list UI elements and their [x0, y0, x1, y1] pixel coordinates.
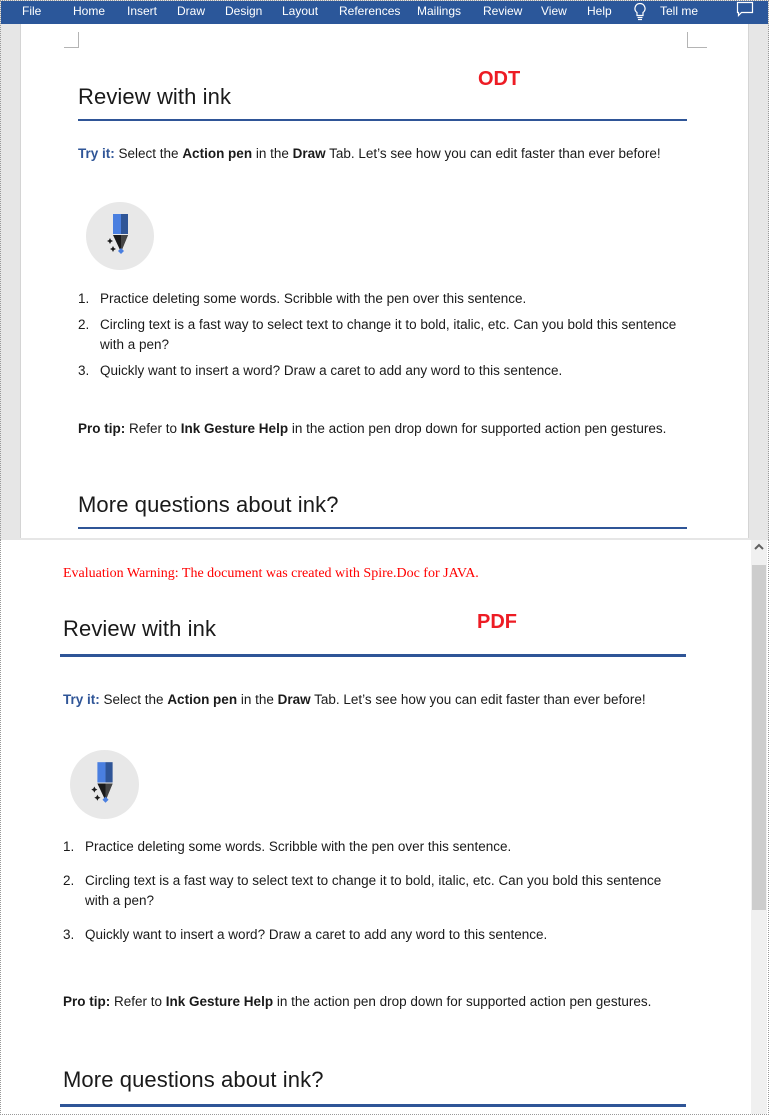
- text-run: in the: [237, 692, 278, 707]
- pdf-label: PDF: [477, 611, 517, 633]
- comment-icon[interactable]: [736, 1, 754, 19]
- pdf-document-page[interactable]: Evaluation Warning: The document was cre…: [1, 540, 751, 1114]
- margin-corner-mark-right: [687, 32, 707, 48]
- list-item: 1. Practice deleting some words. Scribble…: [78, 289, 688, 309]
- tab-review[interactable]: Review: [483, 4, 522, 18]
- list-number: 1.: [78, 291, 90, 306]
- list-item: 3. Quickly want to insert a word? Draw a …: [78, 361, 688, 381]
- list-text: Quickly want to insert a word? Draw a ca…: [100, 363, 563, 378]
- pro-tip-label: Pro tip:: [63, 994, 111, 1009]
- ribbon-tab-bar: File Home Insert Draw Design Layout Refe…: [1, 1, 768, 24]
- list-item: 2. Circling text is a fast way to select …: [78, 315, 688, 355]
- tab-home[interactable]: Home: [73, 4, 105, 18]
- tab-references[interactable]: References: [339, 4, 400, 18]
- scrollbar-thumb[interactable]: [752, 565, 766, 910]
- evaluation-warning: Evaluation Warning: The document was cre…: [63, 566, 479, 581]
- heading-rule: [78, 119, 687, 121]
- heading-rule: [60, 654, 686, 657]
- list-text: Practice deleting some words. Scribble w…: [85, 839, 512, 854]
- heading-more-questions: More questions about ink?: [78, 492, 339, 517]
- list-text: Circling text is a fast way to select te…: [100, 317, 677, 352]
- margin-corner-mark-left: [64, 32, 79, 48]
- heading-rule: [60, 1104, 686, 1107]
- try-it-paragraph: Try it: Select the Action pen in the Dra…: [63, 690, 673, 710]
- tab-help[interactable]: Help: [587, 4, 612, 18]
- odt-label: ODT: [478, 68, 521, 90]
- text-run: Tab. Let’s see how you can edit faster t…: [310, 692, 646, 707]
- action-pen-icon: [86, 202, 154, 270]
- list-number: 3.: [63, 927, 75, 942]
- list-text: Practice deleting some words. Scribble w…: [100, 291, 527, 306]
- list-text: Circling text is a fast way to select te…: [85, 873, 662, 908]
- list-number: 1.: [63, 839, 75, 854]
- vertical-scrollbar[interactable]: [751, 540, 767, 1114]
- tab-file[interactable]: File: [22, 4, 41, 18]
- heading-review-with-ink: Review with ink: [78, 84, 232, 109]
- action-pen-icon: [70, 750, 139, 819]
- bold-run: Ink Gesture Help: [165, 994, 274, 1009]
- word-window: File Home Insert Draw Design Layout Refe…: [0, 0, 769, 540]
- list-item: 2. Circling text is a fast way to select …: [63, 871, 683, 911]
- try-it-label: Try it:: [78, 146, 115, 161]
- list-item: 1. Practice deleting some words. Scribble…: [63, 837, 683, 857]
- list-item: 3. Quickly want to insert a word? Draw a …: [63, 925, 683, 945]
- bold-run: Draw: [277, 692, 311, 707]
- scroll-up-button[interactable]: [751, 540, 767, 562]
- text-run: Refer to: [110, 994, 166, 1009]
- tab-layout[interactable]: Layout: [282, 4, 318, 18]
- text-run: Select the: [114, 146, 183, 161]
- text-run: in the action pen drop down for supporte…: [288, 421, 667, 436]
- pro-tip-paragraph: Pro tip: Refer to Ink Gesture Help in th…: [63, 992, 673, 1012]
- list-number: 2.: [78, 317, 90, 332]
- list-number: 2.: [63, 873, 75, 888]
- pro-tip-paragraph: Pro tip: Refer to Ink Gesture Help in th…: [78, 419, 678, 439]
- heading-rule: [78, 527, 687, 529]
- steps-list: 1. Practice deleting some words. Scribble…: [78, 289, 688, 381]
- odt-document-page[interactable]: ODT Review with ink Try it: Select the A…: [20, 24, 749, 538]
- heading-more-questions: More questions about ink?: [63, 1067, 324, 1092]
- pro-tip-label: Pro tip:: [78, 421, 126, 436]
- chevron-up-icon: [754, 543, 764, 550]
- lightbulb-icon[interactable]: [633, 2, 647, 22]
- text-run: Select the: [99, 692, 168, 707]
- tab-view[interactable]: View: [541, 4, 567, 18]
- bold-run: Ink Gesture Help: [180, 421, 289, 436]
- try-it-paragraph: Try it: Select the Action pen in the Dra…: [78, 144, 678, 164]
- text-run: Refer to: [125, 421, 181, 436]
- list-number: 3.: [78, 363, 90, 378]
- tab-design[interactable]: Design: [225, 4, 262, 18]
- heading-review-with-ink: Review with ink: [63, 616, 217, 641]
- try-it-label: Try it:: [63, 692, 100, 707]
- bold-run: Action pen: [167, 692, 238, 707]
- text-run: Tab. Let’s see how you can edit faster t…: [325, 146, 661, 161]
- text-run: in the: [252, 146, 293, 161]
- tab-insert[interactable]: Insert: [127, 4, 157, 18]
- tab-mailings[interactable]: Mailings: [417, 4, 461, 18]
- steps-list: 1. Practice deleting some words. Scribble…: [63, 837, 683, 945]
- bold-run: Draw: [292, 146, 326, 161]
- tab-draw[interactable]: Draw: [177, 4, 205, 18]
- bold-run: Action pen: [182, 146, 253, 161]
- text-run: in the action pen drop down for supporte…: [273, 994, 652, 1009]
- pdf-viewer-window: Evaluation Warning: The document was cre…: [0, 540, 769, 1115]
- list-text: Quickly want to insert a word? Draw a ca…: [85, 927, 548, 942]
- tell-me-search[interactable]: Tell me: [660, 4, 698, 18]
